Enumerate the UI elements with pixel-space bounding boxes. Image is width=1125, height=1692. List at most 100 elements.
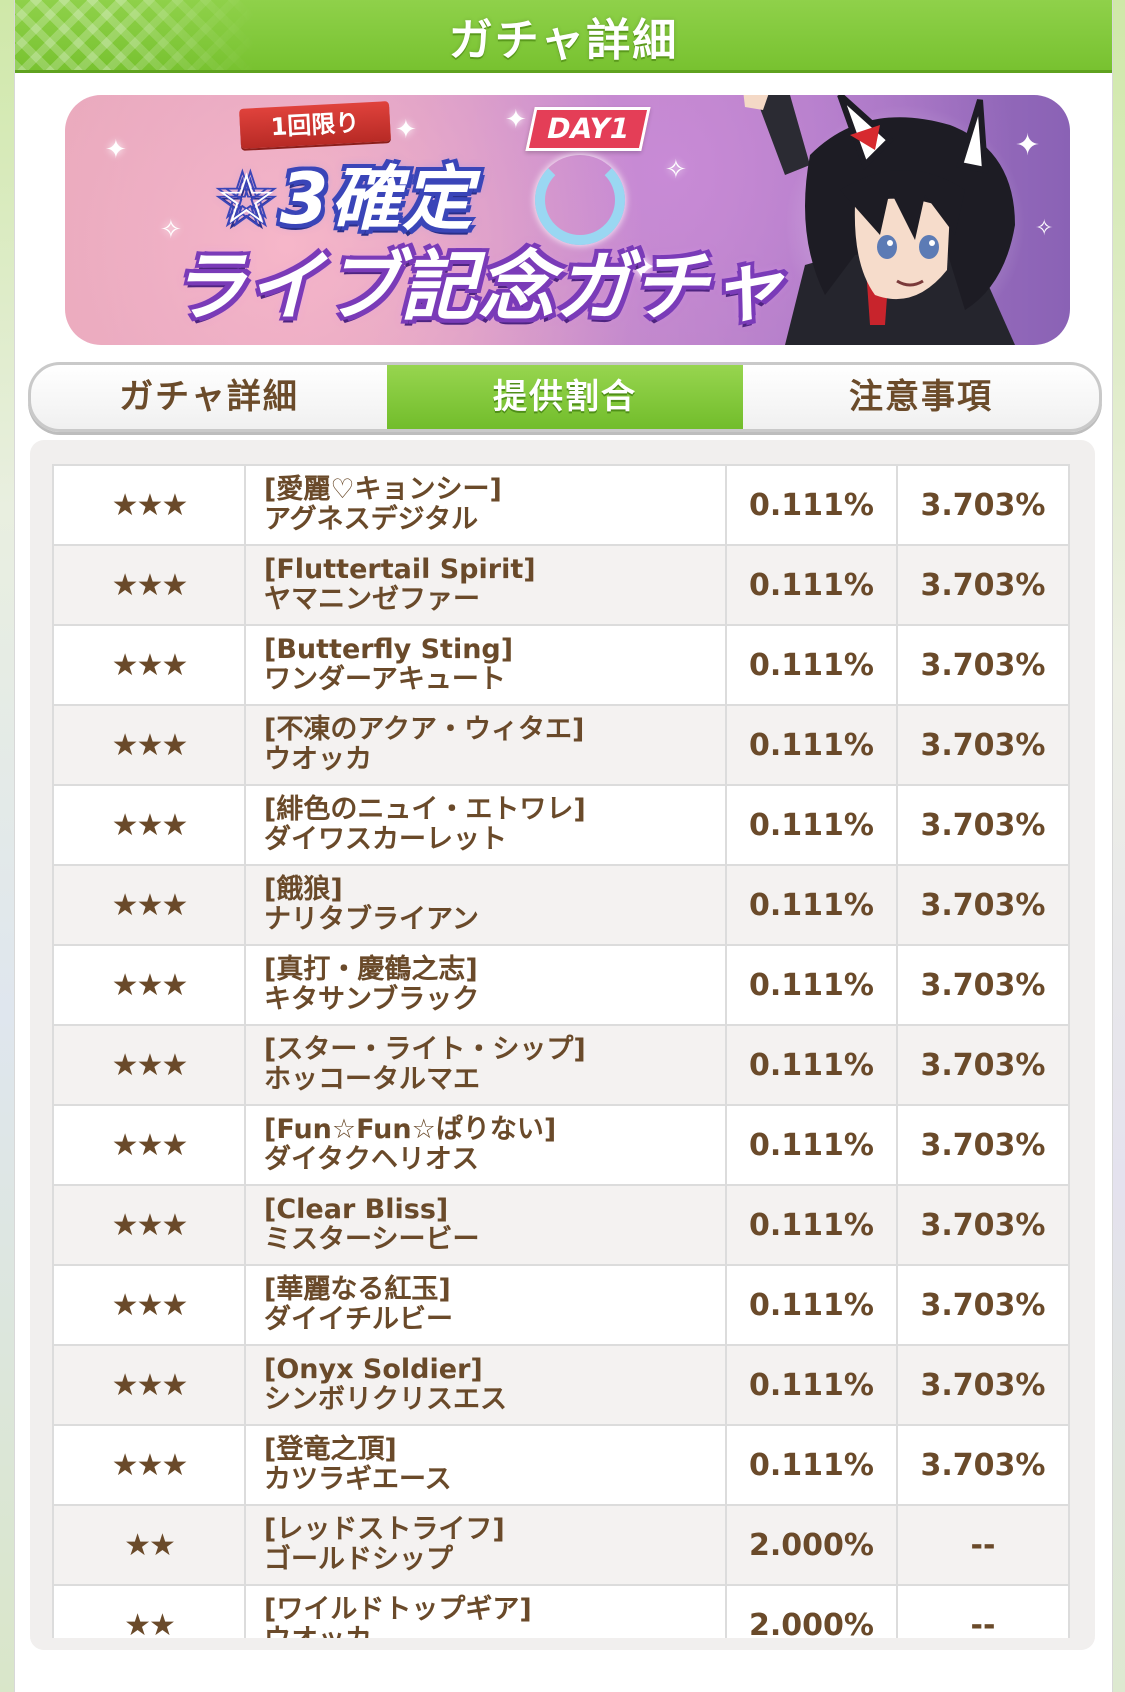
guaranteed-rate: 3.703% xyxy=(898,786,1070,864)
individual-rate: 0.111% xyxy=(727,1266,898,1344)
page-title: ガチャ詳細 xyxy=(448,15,679,66)
individual-rate: 0.111% xyxy=(727,946,898,1024)
character-cell: [華麗なる紅玉] ダイイチルビー xyxy=(246,1266,727,1344)
outfit-title: [華麗なる紅玉] xyxy=(264,1274,451,1305)
limited-ribbon: 1回限り xyxy=(239,101,391,149)
individual-rate: 0.111% xyxy=(727,1026,898,1104)
guaranteed-rate: 3.703% xyxy=(898,546,1070,624)
outfit-title: [登竜之頂] xyxy=(264,1434,397,1465)
guaranteed-rate: 3.703% xyxy=(898,1026,1070,1104)
character-name: ワンダーアキュート xyxy=(264,664,506,695)
outfit-title: [真打・慶鶴之志] xyxy=(264,954,478,985)
character-name: キタサンブラック xyxy=(264,984,480,1015)
individual-rate: 0.111% xyxy=(727,546,898,624)
guaranteed-rate: 3.703% xyxy=(898,1266,1070,1344)
rate-table: ★★★ [愛麗♡キョンシー] アグネスデジタル 0.111% 3.703% ★★★ [Flu… xyxy=(52,464,1070,1650)
individual-rate: 2.000% xyxy=(727,1506,898,1584)
title-bar: ガチャ詳細 xyxy=(15,0,1112,73)
guaranteed-rate: -- xyxy=(898,1506,1070,1584)
table-row: ★★★ [愛麗♡キョンシー] アグネスデジタル 0.111% 3.703% xyxy=(54,464,1070,546)
rarity-stars: ★★★ xyxy=(54,1426,246,1504)
character-name: カツラギエース xyxy=(264,1464,452,1495)
guaranteed-rate: 3.703% xyxy=(898,1186,1070,1264)
guaranteed-rate: 3.703% xyxy=(898,626,1070,704)
table-row: ★★★ [不凍のアクア・ウィタエ] ウオッカ 0.111% 3.703% xyxy=(54,706,1070,786)
character-cell: [Clear Bliss] ミスターシービー xyxy=(246,1186,727,1264)
left-edge-background xyxy=(0,0,14,1692)
sparkle-icon: ✦ xyxy=(395,115,417,145)
outfit-title: [愛麗♡キョンシー] xyxy=(264,474,502,505)
table-row: ★★★ [Fluttertail Spirit] ヤマニンゼファー 0.111% 3.7… xyxy=(54,546,1070,626)
outfit-title: [餓狼] xyxy=(264,874,343,905)
rarity-stars: ★★★ xyxy=(54,626,246,704)
tab-notes[interactable]: 注意事項 xyxy=(743,365,1099,429)
guaranteed-rate: 3.703% xyxy=(898,706,1070,784)
character-cell: [Fluttertail Spirit] ヤマニンゼファー xyxy=(246,546,727,624)
outfit-title: [不凍のアクア・ウィタエ] xyxy=(264,714,585,745)
guaranteed-rate: 3.703% xyxy=(898,1426,1070,1504)
tab-bar: ガチャ詳細 提供割合 注意事項 xyxy=(28,362,1102,432)
character-name: ゴールドシップ xyxy=(264,1544,453,1575)
sparkle-icon: ✦ xyxy=(105,135,127,165)
outfit-title: [ワイルドトップギア] xyxy=(264,1594,532,1625)
outfit-title: [Fun☆Fun☆ぱりない] xyxy=(264,1114,557,1145)
right-edge-background xyxy=(1111,0,1125,1692)
individual-rate: 0.111% xyxy=(727,466,898,544)
rarity-stars: ★★★ xyxy=(54,1106,246,1184)
rarity-stars: ★★★ xyxy=(54,466,246,544)
table-row: ★★★ [Clear Bliss] ミスターシービー 0.111% 3.703% xyxy=(54,1186,1070,1266)
individual-rate: 0.111% xyxy=(727,866,898,944)
outfit-title: [レッドストライフ] xyxy=(264,1514,505,1545)
table-row: ★★★ [スター・ライト・シップ] ホッコータルマエ 0.111% 3.703% xyxy=(54,1026,1070,1106)
character-cell: [スター・ライト・シップ] ホッコータルマエ xyxy=(246,1026,727,1104)
sparkle-icon: ✧ xyxy=(665,155,687,185)
day-tag: DAY1 xyxy=(525,107,651,151)
table-row: ★★★ [真打・慶鶴之志] キタサンブラック 0.111% 3.703% xyxy=(54,946,1070,1026)
outfit-title: [緋色のニュイ・エトワレ] xyxy=(264,794,586,825)
table-row: ★★★ [登竜之頂] カツラギエース 0.111% 3.703% xyxy=(54,1426,1070,1506)
rate-table-container[interactable]: ★★★ [愛麗♡キョンシー] アグネスデジタル 0.111% 3.703% ★★★ [Flu… xyxy=(30,440,1095,1650)
table-row: ★★★ [Butterfly Sting] ワンダーアキュート 0.111% 3.703… xyxy=(54,626,1070,706)
tab-gacha-details[interactable]: ガチャ詳細 xyxy=(31,365,387,429)
guaranteed-rate: 3.703% xyxy=(898,946,1070,1024)
tab-provision-rates[interactable]: 提供割合 xyxy=(387,365,743,429)
character-cell: [緋色のニュイ・エトワレ] ダイワスカーレット xyxy=(246,786,727,864)
character-name: ダイタクヘリオス xyxy=(264,1144,479,1175)
character-name: ダイイチルビー xyxy=(264,1304,453,1335)
character-cell: [真打・慶鶴之志] キタサンブラック xyxy=(246,946,727,1024)
character-cell: [Onyx Soldier] シンボリクリスエス xyxy=(246,1346,727,1424)
outfit-title: [Clear Bliss] xyxy=(264,1194,449,1225)
character-cell: [Fun☆Fun☆ぱりない] ダイタクヘリオス xyxy=(246,1106,727,1184)
individual-rate: 0.111% xyxy=(727,1346,898,1424)
individual-rate: 0.111% xyxy=(727,706,898,784)
outfit-title: [Onyx Soldier] xyxy=(264,1354,483,1385)
character-cell: [愛麗♡キョンシー] アグネスデジタル xyxy=(246,466,727,544)
character-cell: [登竜之頂] カツラギエース xyxy=(246,1426,727,1504)
banner-title-line2: ライブ記念ガチャ xyxy=(170,242,786,331)
character-name: ダイワスカーレット xyxy=(264,824,507,855)
character-cell: [不凍のアクア・ウィタエ] ウオッカ xyxy=(246,706,727,784)
rarity-stars: ★★ xyxy=(54,1506,246,1584)
rarity-stars: ★★★ xyxy=(54,1186,246,1264)
svg-text:✧: ✧ xyxy=(1035,216,1053,241)
gacha-banner: ✦ ✧ ✦ ✦ ✧ ✦ 1回限り DAY1 ☆3確定 ライブ記念ガチャ ✦ ✧ xyxy=(65,95,1070,345)
rarity-stars: ★★★ xyxy=(54,946,246,1024)
rarity-stars: ★★★ xyxy=(54,546,246,624)
rarity-stars: ★★★ xyxy=(54,786,246,864)
table-row: ★★★ [華麗なる紅玉] ダイイチルビー 0.111% 3.703% xyxy=(54,1266,1070,1346)
character-name: ヤマニンゼファー xyxy=(264,584,480,615)
guaranteed-rate: 3.703% xyxy=(898,1346,1070,1424)
rarity-stars: ★★★ xyxy=(54,1346,246,1424)
guaranteed-rate: 3.703% xyxy=(898,466,1070,544)
character-cell: [餓狼] ナリタブライアン xyxy=(246,866,727,944)
table-bottom-edge xyxy=(30,1638,1095,1650)
character-cell: [レッドストライフ] ゴールドシップ xyxy=(246,1506,727,1584)
outfit-title: [スター・ライト・シップ] xyxy=(264,1034,586,1065)
individual-rate: 0.111% xyxy=(727,786,898,864)
svg-text:✦: ✦ xyxy=(1015,128,1040,163)
character-cell: [Butterfly Sting] ワンダーアキュート xyxy=(246,626,727,704)
rarity-stars: ★★★ xyxy=(54,1266,246,1344)
rarity-stars: ★★★ xyxy=(54,866,246,944)
outfit-title: [Fluttertail Spirit] xyxy=(264,554,536,585)
guaranteed-rate: 3.703% xyxy=(898,1106,1070,1184)
